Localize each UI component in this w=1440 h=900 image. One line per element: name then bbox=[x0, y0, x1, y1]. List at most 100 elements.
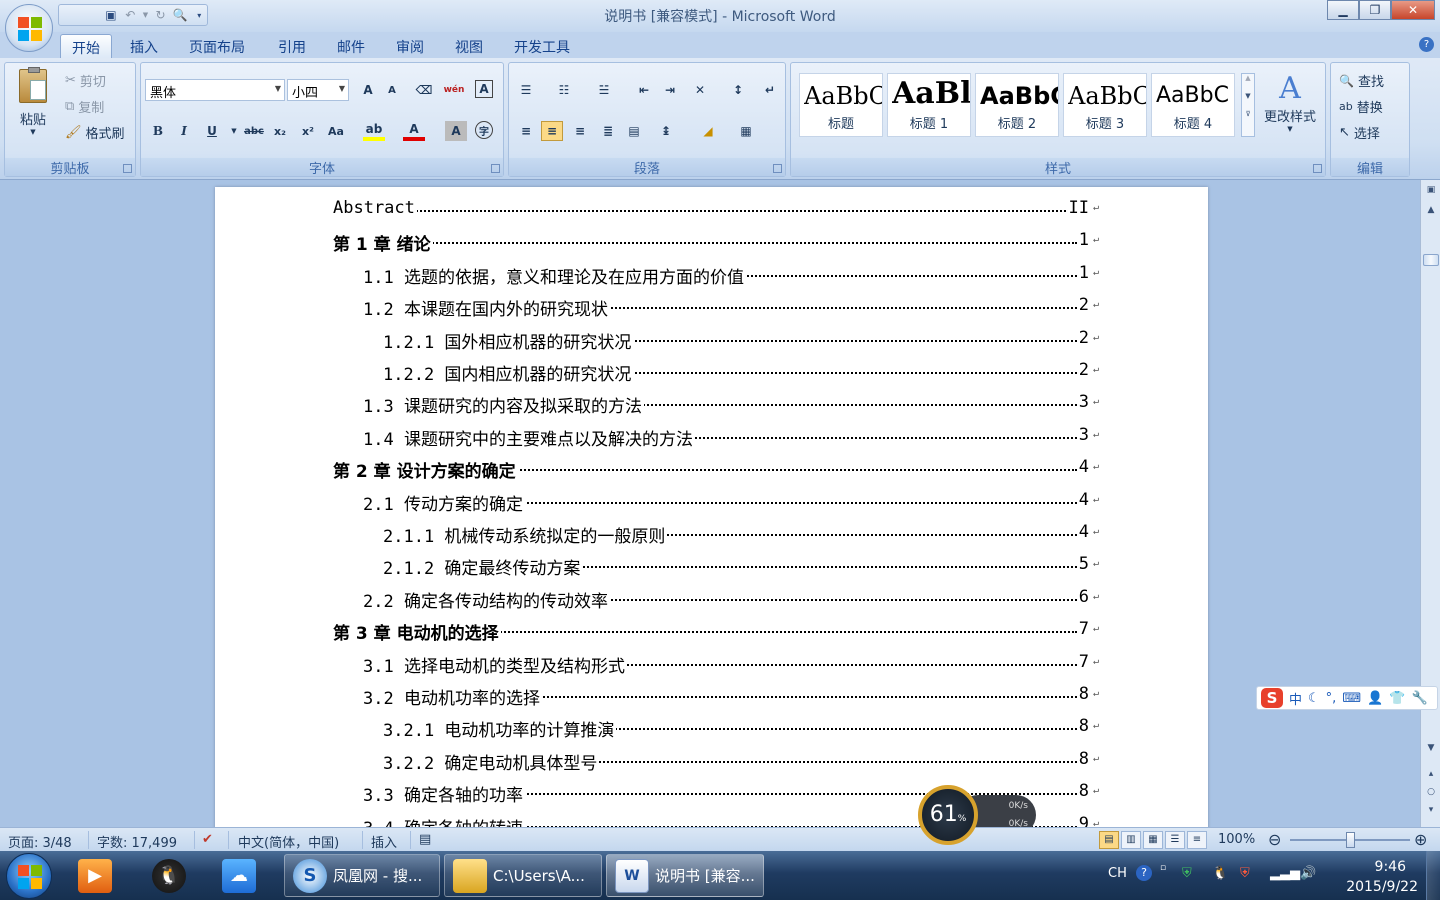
show-marks-icon[interactable]: ↵ bbox=[759, 80, 781, 100]
grow-font-button[interactable]: A bbox=[357, 80, 379, 100]
network-signal-icon[interactable]: ▂▃▅ bbox=[1270, 866, 1300, 881]
media-player-pin[interactable]: ▶ bbox=[78, 854, 118, 897]
change-styles-button[interactable]: A 更改样式 ▼ bbox=[1259, 71, 1321, 133]
security-shield-icon[interactable]: ⛨ bbox=[1182, 866, 1192, 881]
insert-mode[interactable]: 插入 bbox=[371, 832, 397, 851]
zoom-level[interactable]: 100% bbox=[1218, 832, 1255, 847]
style-heading-4[interactable]: AaBbC 标题 4 bbox=[1151, 73, 1235, 137]
toc-entry[interactable]: 3.2.2 确定电动机具体型号 8 ↵ bbox=[383, 748, 1099, 773]
style-heading-3[interactable]: AaBbC 标题 3 bbox=[1063, 73, 1147, 137]
subscript-button[interactable]: x₂ bbox=[269, 121, 291, 141]
sort-icon[interactable]: ↕ bbox=[727, 80, 749, 100]
page-counter[interactable]: 页面: 3/48 bbox=[8, 832, 72, 851]
zoom-in-icon[interactable]: ⊕ bbox=[1414, 830, 1427, 849]
taskbar-browser[interactable]: S 凤凰网 - 搜... bbox=[284, 854, 440, 897]
zoom-slider-thumb[interactable] bbox=[1346, 832, 1355, 848]
styles-gallery-scroll[interactable]: ▲ ▼ ⊽ bbox=[1241, 73, 1255, 137]
tab-developer[interactable]: 开发工具 bbox=[503, 34, 581, 58]
spelling-check-icon[interactable]: ✔ bbox=[202, 832, 213, 847]
volume-icon[interactable]: 🔊 bbox=[1300, 866, 1316, 881]
scroll-thumb[interactable] bbox=[1423, 254, 1439, 266]
scroll-up-icon[interactable]: ▲ bbox=[1423, 202, 1439, 218]
cut-button[interactable]: ✂ 剪切 bbox=[65, 71, 106, 90]
minimize-button[interactable]: ▁ bbox=[1327, 0, 1359, 20]
previous-page-icon[interactable]: ▴ bbox=[1423, 766, 1439, 782]
change-case-button[interactable]: Aa bbox=[325, 121, 347, 141]
taskbar-explorer[interactable]: C:\Users\A... bbox=[444, 854, 602, 897]
start-button[interactable] bbox=[6, 853, 52, 899]
borders-icon[interactable]: ▦ bbox=[735, 121, 757, 141]
shirt-icon[interactable]: 👕 bbox=[1389, 691, 1405, 706]
cloud-pin[interactable]: ☁ bbox=[222, 854, 262, 897]
shrink-font-button[interactable]: A bbox=[381, 80, 403, 100]
ime-options-icon[interactable]: ▫ bbox=[1160, 863, 1166, 873]
maximize-button[interactable]: ❐ bbox=[1359, 0, 1391, 20]
superscript-button[interactable]: x² bbox=[297, 121, 319, 141]
dialog-launcher-icon[interactable] bbox=[1313, 164, 1322, 173]
wrench-icon[interactable]: 🔧 bbox=[1411, 691, 1427, 706]
taskbar-word[interactable]: W 说明书 [兼容... bbox=[606, 854, 764, 897]
ime-toolbar[interactable]: S 中 ☾ °, ⌨ 👤 👕 🔧 bbox=[1256, 686, 1438, 710]
align-right-icon[interactable]: ≡ bbox=[569, 121, 591, 141]
vertical-scrollbar[interactable]: ▣ ▲ ▼ ▴ ○ ▾ bbox=[1420, 180, 1440, 827]
toc-entry[interactable]: 1.4 课题研究中的主要难点以及解决的方法 3 ↵ bbox=[363, 424, 1099, 449]
scroll-down-icon[interactable]: ▼ bbox=[1423, 740, 1439, 756]
macro-record-icon[interactable]: ▤ bbox=[419, 832, 431, 847]
tab-mailings[interactable]: 邮件 bbox=[326, 34, 376, 58]
replace-button[interactable]: ab 替换 bbox=[1339, 97, 1383, 116]
reading-view-icon[interactable]: ▥ bbox=[1121, 831, 1141, 849]
bullets-icon[interactable]: ☰ bbox=[515, 80, 537, 100]
chevron-down-icon[interactable]: ▼ bbox=[223, 121, 245, 141]
align-left-icon[interactable]: ≡ bbox=[515, 121, 537, 141]
multilevel-list-icon[interactable]: ☱ bbox=[593, 80, 615, 100]
close-button[interactable]: ✕ bbox=[1391, 0, 1435, 20]
clock-time[interactable]: 9:46 bbox=[1375, 859, 1406, 875]
font-name-combo[interactable]: 黑体 ▼ bbox=[145, 79, 285, 101]
punctuation-icon[interactable]: °, bbox=[1326, 691, 1337, 706]
toc-entry[interactable]: 1.3 课题研究的内容及拟采取的方法 3 ↵ bbox=[363, 392, 1099, 417]
dialog-launcher-icon[interactable] bbox=[123, 164, 132, 173]
ime-mode[interactable]: 中 bbox=[1289, 689, 1302, 708]
keyboard-icon[interactable]: ⌨ bbox=[1342, 691, 1361, 706]
character-shading-button[interactable]: A bbox=[445, 121, 467, 141]
language-indicator[interactable]: 中文(简体，中国) bbox=[238, 832, 339, 851]
next-page-icon[interactable]: ▾ bbox=[1423, 802, 1439, 818]
paste-button[interactable]: 粘贴 ▼ bbox=[13, 67, 53, 136]
bold-button[interactable]: B bbox=[147, 121, 169, 141]
find-button[interactable]: 🔍 查找 bbox=[1339, 71, 1384, 91]
font-color-button[interactable]: A bbox=[403, 121, 425, 141]
outline-view-icon[interactable]: ☰ bbox=[1165, 831, 1185, 849]
toc-entry[interactable]: 2.1.2 确定最终传动方案 5 ↵ bbox=[383, 554, 1099, 579]
font-size-combo[interactable]: 小四 ▼ bbox=[287, 79, 349, 101]
format-painter-button[interactable]: 🖌 格式刷 bbox=[65, 123, 125, 142]
qq-tray-icon[interactable]: 🐧 bbox=[1212, 866, 1228, 881]
toc-entry[interactable]: 1.2.1 国外相应机器的研究状况 2 ↵ bbox=[383, 327, 1099, 352]
toc-entry[interactable]: 2.1 传动方案的确定 4 ↵ bbox=[363, 489, 1099, 514]
sogou-logo-icon[interactable]: S bbox=[1261, 688, 1283, 708]
shading-icon[interactable]: ◢ bbox=[697, 121, 719, 141]
tab-insert[interactable]: 插入 bbox=[119, 34, 169, 58]
tab-review[interactable]: 审阅 bbox=[385, 34, 435, 58]
print-layout-view-icon[interactable]: ▤ bbox=[1099, 831, 1119, 849]
toc-entry[interactable]: 1.1 选题的依据，意义和理论及在应用方面的价值 1 ↵ bbox=[363, 262, 1099, 287]
enclose-characters-button[interactable]: 字 bbox=[475, 121, 493, 139]
toc-entry[interactable]: Abstract II ↵ bbox=[333, 198, 1099, 222]
ruler-toggle-icon[interactable]: ▣ bbox=[1423, 182, 1439, 198]
select-button[interactable]: ↖ 选择 bbox=[1339, 123, 1380, 142]
word-count[interactable]: 字数: 17,499 bbox=[97, 832, 177, 851]
distributed-icon[interactable]: ▤ bbox=[623, 121, 645, 141]
tab-page-layout[interactable]: 页面布局 bbox=[178, 34, 256, 58]
tab-home[interactable]: 开始 bbox=[60, 34, 112, 58]
chinese-layout-icon[interactable]: ✕ bbox=[689, 80, 711, 100]
highlight-icon[interactable]: ab bbox=[363, 121, 385, 141]
align-center-icon[interactable]: ≡ bbox=[541, 121, 563, 141]
dialog-launcher-icon[interactable] bbox=[773, 164, 782, 173]
toc-entry[interactable]: 1.2.2 国内相应机器的研究状况 2 ↵ bbox=[383, 360, 1099, 384]
decrease-indent-icon[interactable]: ⇤ bbox=[633, 80, 655, 100]
show-desktop-button[interactable] bbox=[1426, 851, 1440, 900]
input-language[interactable]: CH bbox=[1108, 866, 1127, 881]
antivirus-icon[interactable]: ⛨ bbox=[1240, 866, 1250, 881]
document-page[interactable]: Abstract II ↵ 第 1 章 绪论 1 ↵ 1.1 选题的依据，意义和理论及在应用… bbox=[215, 187, 1208, 827]
select-browse-object-icon[interactable]: ○ bbox=[1423, 784, 1439, 800]
zoom-out-icon[interactable]: ⊖ bbox=[1268, 830, 1281, 849]
